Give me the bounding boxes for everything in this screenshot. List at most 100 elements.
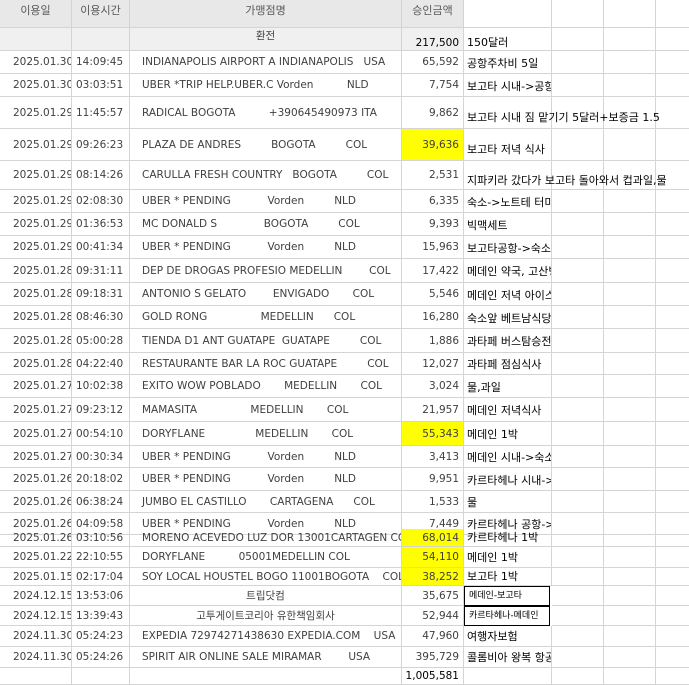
date-cell[interactable]: 2025.01.29: [0, 97, 72, 129]
header-merchant[interactable]: 가맹점명: [130, 0, 402, 28]
empty-cell[interactable]: [552, 329, 604, 353]
merchant-cell[interactable]: RADICAL BOGOTA +390645490973 ITA: [130, 97, 402, 129]
note-cell[interactable]: 과타페 점심식사: [464, 353, 552, 375]
amount-cell[interactable]: 54,110: [402, 547, 464, 568]
amount-cell[interactable]: 6,335: [402, 190, 464, 213]
date-cell[interactable]: 2025.01.30: [0, 74, 72, 97]
empty-cell[interactable]: [552, 468, 604, 491]
amount-cell[interactable]: 16,280: [402, 306, 464, 329]
merchant-cell[interactable]: DEP DE DROGAS PROFESIO MEDELLIN COL: [130, 259, 402, 283]
empty-cell[interactable]: [604, 586, 656, 606]
empty-cell[interactable]: [604, 422, 656, 446]
date-cell[interactable]: 2025.01.22: [0, 547, 72, 568]
total-amount[interactable]: 1,005,581: [402, 668, 464, 685]
empty-cell[interactable]: [656, 283, 689, 306]
header-empty-h[interactable]: [656, 0, 689, 28]
time-cell[interactable]: 00:41:34: [72, 236, 130, 259]
empty-cell[interactable]: [552, 547, 604, 568]
date-cell[interactable]: 2025.01.27: [0, 446, 72, 468]
date-cell[interactable]: 2025.01.27: [0, 398, 72, 422]
merchant-cell[interactable]: UBER * PENDING Vorden NLD: [130, 446, 402, 468]
time-cell[interactable]: 02:08:30: [72, 190, 130, 213]
merchant-cell[interactable]: DORYFLANE 05001MEDELLIN COL: [130, 547, 402, 568]
empty-cell[interactable]: [656, 626, 689, 647]
time-cell[interactable]: 09:31:11: [72, 259, 130, 283]
empty-cell[interactable]: [552, 375, 604, 398]
empty-cell[interactable]: [656, 329, 689, 353]
empty-cell[interactable]: [604, 626, 656, 647]
empty-cell[interactable]: [604, 74, 656, 97]
amount-cell[interactable]: 2,531: [402, 161, 464, 190]
time-cell[interactable]: 05:24:26: [72, 647, 130, 668]
merchant-cell[interactable]: MAMASITA MEDELLIN COL: [130, 398, 402, 422]
empty-cell[interactable]: [604, 468, 656, 491]
merchant-cell[interactable]: PLAZA DE ANDRES BOGOTA COL: [130, 129, 402, 161]
total-empty-g[interactable]: [604, 668, 656, 685]
time-cell[interactable]: 10:02:38: [72, 375, 130, 398]
empty-cell[interactable]: [552, 213, 604, 236]
note-cell[interactable]: 지파키라 갔다가 보고타 돌아와서 컵과일,물: [464, 161, 667, 190]
empty-cell[interactable]: [604, 375, 656, 398]
amount-cell[interactable]: 39,636: [402, 129, 464, 161]
empty-cell[interactable]: [552, 259, 604, 283]
empty-cell[interactable]: [604, 353, 656, 375]
amount-cell[interactable]: 15,963: [402, 236, 464, 259]
amount-cell[interactable]: 47,960: [402, 626, 464, 647]
empty-cell[interactable]: [552, 606, 604, 626]
empty-cell[interactable]: [656, 398, 689, 422]
amount-cell[interactable]: 9,862: [402, 97, 464, 129]
empty-cell[interactable]: [552, 74, 604, 97]
date-cell[interactable]: 2025.01.29: [0, 236, 72, 259]
time-cell[interactable]: 08:46:30: [72, 306, 130, 329]
note-cell[interactable]: 카르타헤나 시내->공항 우버: [464, 468, 552, 491]
amount-cell[interactable]: 7,754: [402, 74, 464, 97]
amount-cell[interactable]: 395,729: [402, 647, 464, 668]
note-cell[interactable]: 메데인-보고타: [464, 586, 550, 606]
note-cell[interactable]: 빅맥세트: [464, 213, 552, 236]
empty-cell[interactable]: [552, 236, 604, 259]
amount-cell[interactable]: 65,592: [402, 51, 464, 74]
amount-cell[interactable]: 3,024: [402, 375, 464, 398]
merchant-cell[interactable]: INDIANAPOLIS AIRPORT A INDIANAPOLIS USA: [130, 51, 402, 74]
amount-cell[interactable]: 1,533: [402, 491, 464, 513]
empty-cell[interactable]: [552, 568, 604, 586]
empty-cell[interactable]: [656, 375, 689, 398]
empty-cell[interactable]: [604, 283, 656, 306]
time-cell[interactable]: 09:18:31: [72, 283, 130, 306]
time-cell[interactable]: 08:14:26: [72, 161, 130, 190]
empty-cell[interactable]: [604, 647, 656, 668]
empty-cell[interactable]: [656, 547, 689, 568]
note-cell[interactable]: 메데인 시내->숙소 우버: [464, 446, 552, 468]
merchant-cell[interactable]: CARULLA FRESH COUNTRY BOGOTA COL: [130, 161, 402, 190]
exchange-empty-h[interactable]: [656, 28, 689, 51]
empty-cell[interactable]: [604, 329, 656, 353]
time-cell[interactable]: 09:26:23: [72, 129, 130, 161]
time-cell[interactable]: 20:18:02: [72, 468, 130, 491]
merchant-cell[interactable]: 트립닷컴: [130, 586, 402, 606]
note-cell[interactable]: 물,과일: [464, 375, 552, 398]
empty-cell[interactable]: [552, 353, 604, 375]
date-cell[interactable]: 2025.01.28: [0, 283, 72, 306]
empty-cell[interactable]: [604, 529, 656, 547]
amount-cell[interactable]: 68,014: [402, 529, 464, 547]
empty-cell[interactable]: [604, 568, 656, 586]
exchange-label[interactable]: 환전: [130, 28, 402, 51]
empty-cell[interactable]: [552, 586, 604, 606]
amount-cell[interactable]: 52,944: [402, 606, 464, 626]
merchant-cell[interactable]: MORENO ACEVEDO LUZ DOR 13001CARTAGEN COL: [130, 529, 402, 547]
date-cell[interactable]: 2025.01.26: [0, 529, 72, 547]
empty-cell[interactable]: [656, 129, 689, 161]
empty-cell[interactable]: [604, 491, 656, 513]
time-cell[interactable]: 13:53:06: [72, 586, 130, 606]
note-cell[interactable]: 보고타 시내->공항 우버: [464, 74, 552, 97]
amount-cell[interactable]: 12,027: [402, 353, 464, 375]
empty-cell[interactable]: [552, 529, 604, 547]
time-cell[interactable]: 00:54:10: [72, 422, 130, 446]
amount-cell[interactable]: 21,957: [402, 398, 464, 422]
empty-cell[interactable]: [552, 626, 604, 647]
exchange-empty-f[interactable]: [552, 28, 604, 51]
header-amount[interactable]: 승인금액: [402, 0, 464, 28]
merchant-cell[interactable]: UBER *TRIP HELP.UBER.C Vorden NLD: [130, 74, 402, 97]
empty-cell[interactable]: [604, 547, 656, 568]
merchant-cell[interactable]: JUMBO EL CASTILLO CARTAGENA COL: [130, 491, 402, 513]
